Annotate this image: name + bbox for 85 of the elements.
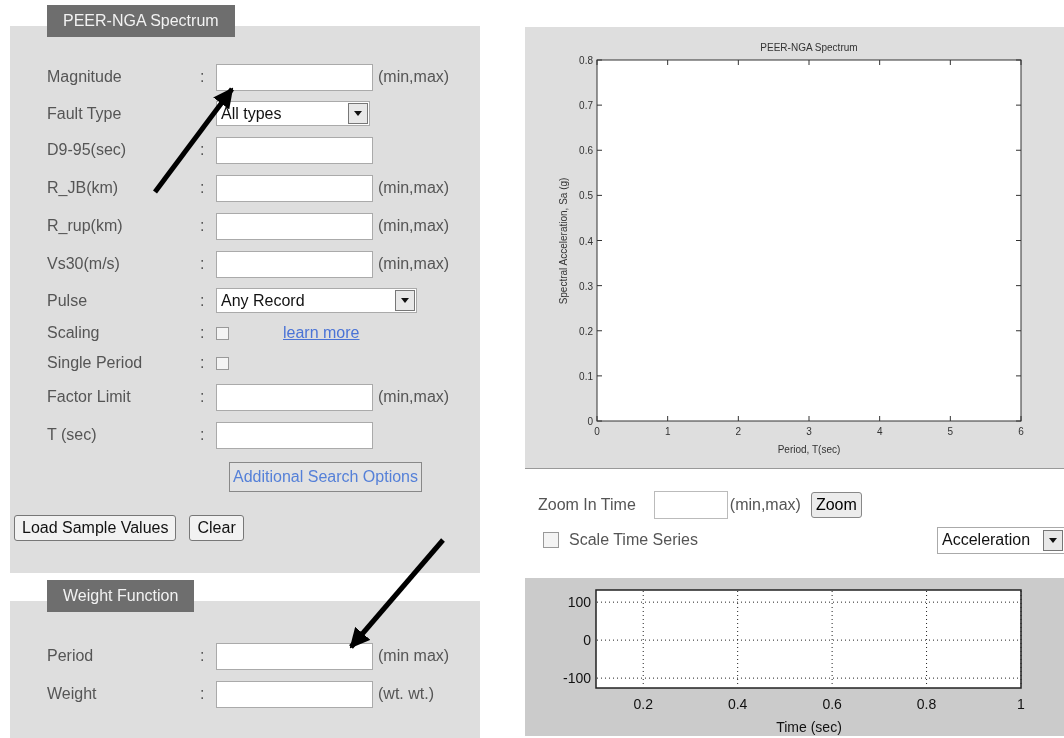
tick-label: 0.1 <box>579 370 593 382</box>
input-field[interactable] <box>216 212 373 240</box>
colon: : <box>200 291 205 310</box>
colon: : <box>200 255 205 273</box>
field-label: Magnitude <box>47 68 123 86</box>
input-field[interactable] <box>216 136 373 164</box>
checkbox[interactable] <box>216 356 229 370</box>
zoom-button[interactable]: Zoom <box>810 492 862 518</box>
field-label: Scaling <box>47 324 101 342</box>
tick-label: 1 <box>1017 696 1025 712</box>
colon: : <box>200 217 205 235</box>
tick-label: 0.4 <box>727 696 748 712</box>
field-label: Weight <box>47 685 98 703</box>
tick-label: 0.6 <box>822 696 842 712</box>
caret-icon <box>354 111 362 116</box>
input-field[interactable] <box>216 383 373 411</box>
colon: : <box>200 179 205 197</box>
field-hint: (wt. wt.) <box>378 685 434 703</box>
tick-label: 3 <box>806 426 812 437</box>
tick-label: 4 <box>876 426 883 437</box>
tick-label: 1 <box>664 426 671 437</box>
chart-title: PEER-NGA Spectrum <box>760 42 858 53</box>
input-field[interactable] <box>216 174 373 202</box>
checkbox-label: Scale Time Series <box>569 531 698 549</box>
field-hint: (min,max) <box>378 68 450 86</box>
tick-label: 2 <box>735 426 742 437</box>
field-label: R_JB(km) <box>47 179 120 197</box>
input-field[interactable] <box>216 642 373 670</box>
field-label: Fault Type <box>47 104 123 123</box>
field-label: Period <box>47 647 95 665</box>
colon: : <box>200 647 205 665</box>
colon: : <box>200 426 205 444</box>
dropdown[interactable]: All types <box>216 101 370 126</box>
field-label: D9-95(sec) <box>47 141 128 159</box>
input-field[interactable] <box>653 491 728 519</box>
field-label: Vs30(m/s) <box>47 255 121 273</box>
tick-label: 0.5 <box>579 190 593 202</box>
axis-label: Period, T(sec) <box>777 444 841 455</box>
tick-label: 0.8 <box>579 55 593 66</box>
colon: : <box>200 141 205 159</box>
caret-icon <box>401 298 409 303</box>
field-hint: (min,max) <box>378 388 450 406</box>
field-hint: (min,max) <box>729 496 801 514</box>
field-label: Factor Limit <box>47 388 132 406</box>
tick-label: 100 <box>567 594 591 611</box>
field-hint: (min,max) <box>378 217 450 235</box>
checkbox[interactable] <box>216 326 229 340</box>
tick-label: 5 <box>947 426 954 437</box>
field-hint: (min,max) <box>378 255 450 273</box>
colon: : <box>200 354 205 372</box>
tick-label: 0 <box>594 426 600 437</box>
form-button[interactable]: Load Sample Values <box>14 515 177 541</box>
dropdown[interactable]: Acceleration <box>937 526 1064 554</box>
tick-label: 0.6 <box>579 145 593 157</box>
tick-label: 0.3 <box>579 280 593 292</box>
tick-label: 0.4 <box>579 235 593 247</box>
tick-label: 6 <box>1018 426 1024 437</box>
axis-label: Time (sec) <box>776 719 842 735</box>
input-field[interactable] <box>216 680 373 708</box>
dropdown[interactable]: Any Record <box>216 288 417 313</box>
tick-label: 0 <box>587 416 593 427</box>
axis-label: Spectral Acceleration, Sa (g) <box>558 177 569 305</box>
field-label: T (sec) <box>47 426 98 444</box>
tick-label: 0.2 <box>579 325 593 337</box>
tick-label: 0.2 <box>633 696 653 712</box>
colon: : <box>200 324 205 342</box>
caret-icon <box>1049 537 1057 543</box>
form-button[interactable]: Clear <box>189 515 244 541</box>
tick-label: 0 <box>583 632 591 649</box>
zoom-label: Zoom In Time <box>538 496 636 514</box>
field-label: Single Period <box>47 354 144 372</box>
field-hint: (min,max) <box>378 179 450 197</box>
colon: : <box>200 685 205 703</box>
input-field[interactable] <box>216 421 373 449</box>
field-hint: (min max) <box>378 647 450 665</box>
input-field[interactable] <box>216 250 373 278</box>
field-label: Pulse <box>47 291 89 310</box>
tick-label: -100 <box>562 670 591 687</box>
colon: : <box>200 388 205 406</box>
field-label: R_rup(km) <box>47 217 124 235</box>
checkbox[interactable] <box>543 532 559 548</box>
tick-label: 0.7 <box>579 100 593 112</box>
input-field[interactable] <box>216 63 373 91</box>
colon: : <box>200 68 205 86</box>
tick-label: 0.8 <box>916 696 937 712</box>
